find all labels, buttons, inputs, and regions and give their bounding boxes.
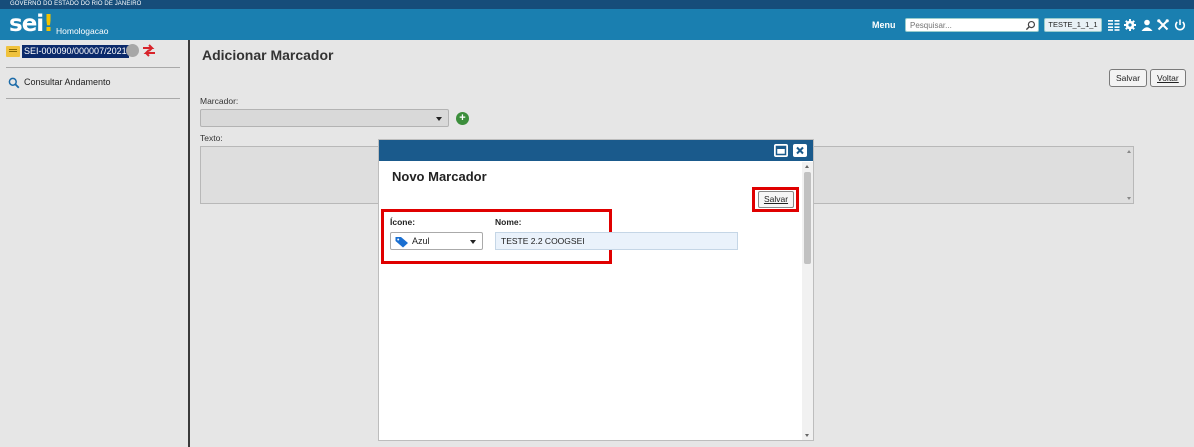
sidebar-item-label: Consultar Andamento — [24, 77, 111, 87]
swap-arrows-icon[interactable] — [142, 44, 156, 57]
top-header: sei! Homologacao Menu TESTE_1_1_1 — [0, 9, 1194, 40]
expand-circle-icon[interactable] — [126, 44, 139, 57]
scroll-up-icon[interactable] — [1127, 150, 1131, 153]
power-icon[interactable] — [1174, 19, 1186, 31]
new-marker-dialog: Novo Marcador Salvar Ícone: Nome: Azul — [378, 139, 814, 441]
dialog-title: Novo Marcador — [392, 169, 487, 184]
panel-divider[interactable] — [188, 40, 190, 447]
icon-select-value: Azul — [412, 236, 430, 246]
scroll-down-icon[interactable] — [805, 434, 809, 437]
page-title: Adicionar Marcador — [202, 47, 334, 63]
dialog-titlebar[interactable] — [379, 140, 813, 161]
marker-label: Marcador: — [200, 96, 239, 106]
scrollbar-thumb[interactable] — [804, 172, 811, 264]
text-label: Texto: — [200, 133, 223, 143]
close-icon[interactable] — [793, 144, 807, 157]
icon-select[interactable]: Azul — [390, 232, 483, 250]
chevron-down-icon — [470, 240, 476, 244]
gov-strip: GOVERNO DO ESTADO DO RIO DE JANEIRO — [0, 0, 1194, 9]
search-box[interactable] — [905, 18, 1039, 32]
tag-icon — [395, 237, 408, 248]
sei-logo[interactable]: sei! — [9, 12, 54, 36]
scroll-down-icon[interactable] — [1127, 197, 1131, 200]
unit-selector[interactable]: TESTE_1_1_1 — [1044, 18, 1102, 32]
list-icon[interactable] — [1108, 19, 1120, 31]
scrollbar[interactable] — [1124, 147, 1133, 203]
tools-icon[interactable] — [1157, 19, 1169, 31]
marker-name-field[interactable] — [495, 232, 738, 250]
search-input[interactable] — [910, 20, 1020, 31]
search-icon — [8, 77, 20, 89]
scroll-up-icon[interactable] — [805, 165, 809, 168]
environment-label: Homologacao — [56, 26, 109, 36]
sidebar-separator — [6, 67, 180, 68]
left-panel — [0, 40, 188, 447]
chevron-down-icon — [436, 117, 442, 121]
user-icon[interactable] — [1141, 19, 1153, 31]
icon-field-label: Ícone: — [390, 217, 416, 227]
name-field-label: Nome: — [495, 217, 522, 227]
folder-icon — [6, 46, 20, 57]
maximize-icon[interactable] — [774, 144, 788, 157]
save-button[interactable]: Salvar — [1109, 69, 1148, 87]
dialog-save-button[interactable]: Salvar — [758, 191, 794, 208]
process-number[interactable]: SEI-000090/000007/2021 — [22, 45, 129, 58]
add-marker-icon[interactable]: + — [456, 112, 469, 125]
sidebar-separator — [6, 98, 180, 99]
dialog-scrollbar[interactable] — [802, 162, 813, 440]
search-icon[interactable] — [1025, 20, 1036, 31]
marker-select[interactable] — [200, 109, 449, 127]
menu-link[interactable]: Menu — [872, 20, 896, 30]
back-button[interactable]: Voltar — [1150, 69, 1186, 87]
gear-icon[interactable] — [1124, 19, 1136, 31]
